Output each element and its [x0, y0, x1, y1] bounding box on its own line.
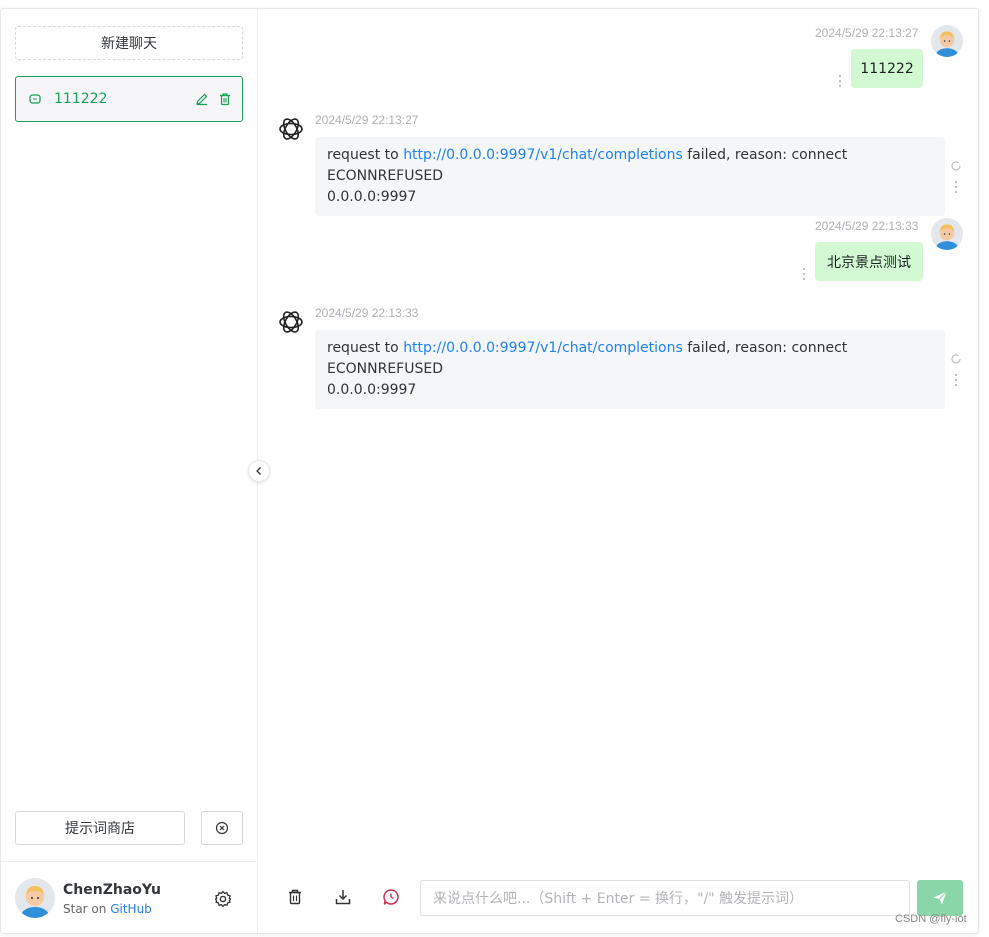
github-link[interactable]: GitHub [110, 902, 152, 916]
chat-history-icon[interactable] [379, 885, 403, 909]
collapse-sidebar-button[interactable] [248, 460, 270, 482]
conversation-label: 111222 [54, 91, 108, 107]
send-button[interactable] [917, 880, 963, 916]
prompt-store-button[interactable]: 提示词商店 [15, 811, 185, 845]
conversation-item[interactable]: 111222 [15, 76, 243, 122]
user-avatar [931, 218, 963, 250]
message-time: 2024/5/29 22:13:33 [315, 306, 419, 320]
refresh-icon[interactable] [950, 160, 962, 172]
openai-logo-icon [276, 307, 306, 337]
settings-gear-icon[interactable] [213, 889, 233, 909]
close-circle-icon [215, 821, 229, 835]
more-options-icon[interactable] [954, 374, 958, 386]
message-time: 2024/5/29 22:13:27 [815, 26, 919, 40]
new-chat-button[interactable]: 新建聊天 [15, 26, 243, 60]
user-avatar[interactable] [15, 878, 55, 918]
user-name: ChenZhaoYu [63, 882, 161, 898]
user-bar: ChenZhaoYu Star on GitHub [1, 861, 258, 933]
more-options-icon[interactable] [838, 75, 842, 87]
send-icon [933, 891, 947, 905]
assistant-message-bubble: request to http://0.0.0.0:9997/v1/chat/c… [315, 137, 945, 216]
download-icon[interactable] [331, 885, 355, 909]
message-time: 2024/5/29 22:13:33 [815, 219, 919, 233]
refresh-icon[interactable] [950, 353, 962, 365]
close-button[interactable] [201, 811, 243, 845]
user-avatar [931, 25, 963, 57]
message-time: 2024/5/29 22:13:27 [315, 113, 419, 127]
openai-logo-icon [276, 114, 306, 144]
chat-bubble-icon [28, 92, 42, 106]
chevron-left-icon [256, 467, 261, 475]
user-star-text: Star on GitHub [63, 902, 152, 916]
chat-input[interactable]: 来说点什么吧...（Shift + Enter = 换行，"/" 触发提示词） [420, 880, 910, 916]
trash-icon[interactable] [283, 885, 307, 909]
sidebar: 新建聊天 111222 提示词商店 ChenZhaoYu Star on Git… [1, 9, 258, 933]
assistant-message-bubble: request to http://0.0.0.0:9997/v1/chat/c… [315, 330, 945, 409]
error-link[interactable]: http://0.0.0.0:9997/v1/chat/completions [403, 340, 683, 356]
more-options-icon[interactable] [802, 268, 806, 280]
app-window: 新建聊天 111222 提示词商店 ChenZhaoYu Star on Git… [0, 8, 979, 934]
chat-input-placeholder: 来说点什么吧...（Shift + Enter = 换行，"/" 触发提示词） [433, 891, 804, 907]
user-message-bubble: 北京景点测试 [815, 242, 923, 281]
watermark: CSDN @fly-iot [895, 913, 967, 925]
edit-icon[interactable] [195, 92, 209, 106]
chat-main: 2024/5/29 22:13:27 111222 2024/5/29 22:1… [259, 9, 978, 933]
user-message-bubble: 111222 [851, 49, 923, 88]
more-options-icon[interactable] [954, 181, 958, 193]
delete-icon[interactable] [218, 92, 232, 106]
error-link[interactable]: http://0.0.0.0:9997/v1/chat/completions [403, 147, 683, 163]
